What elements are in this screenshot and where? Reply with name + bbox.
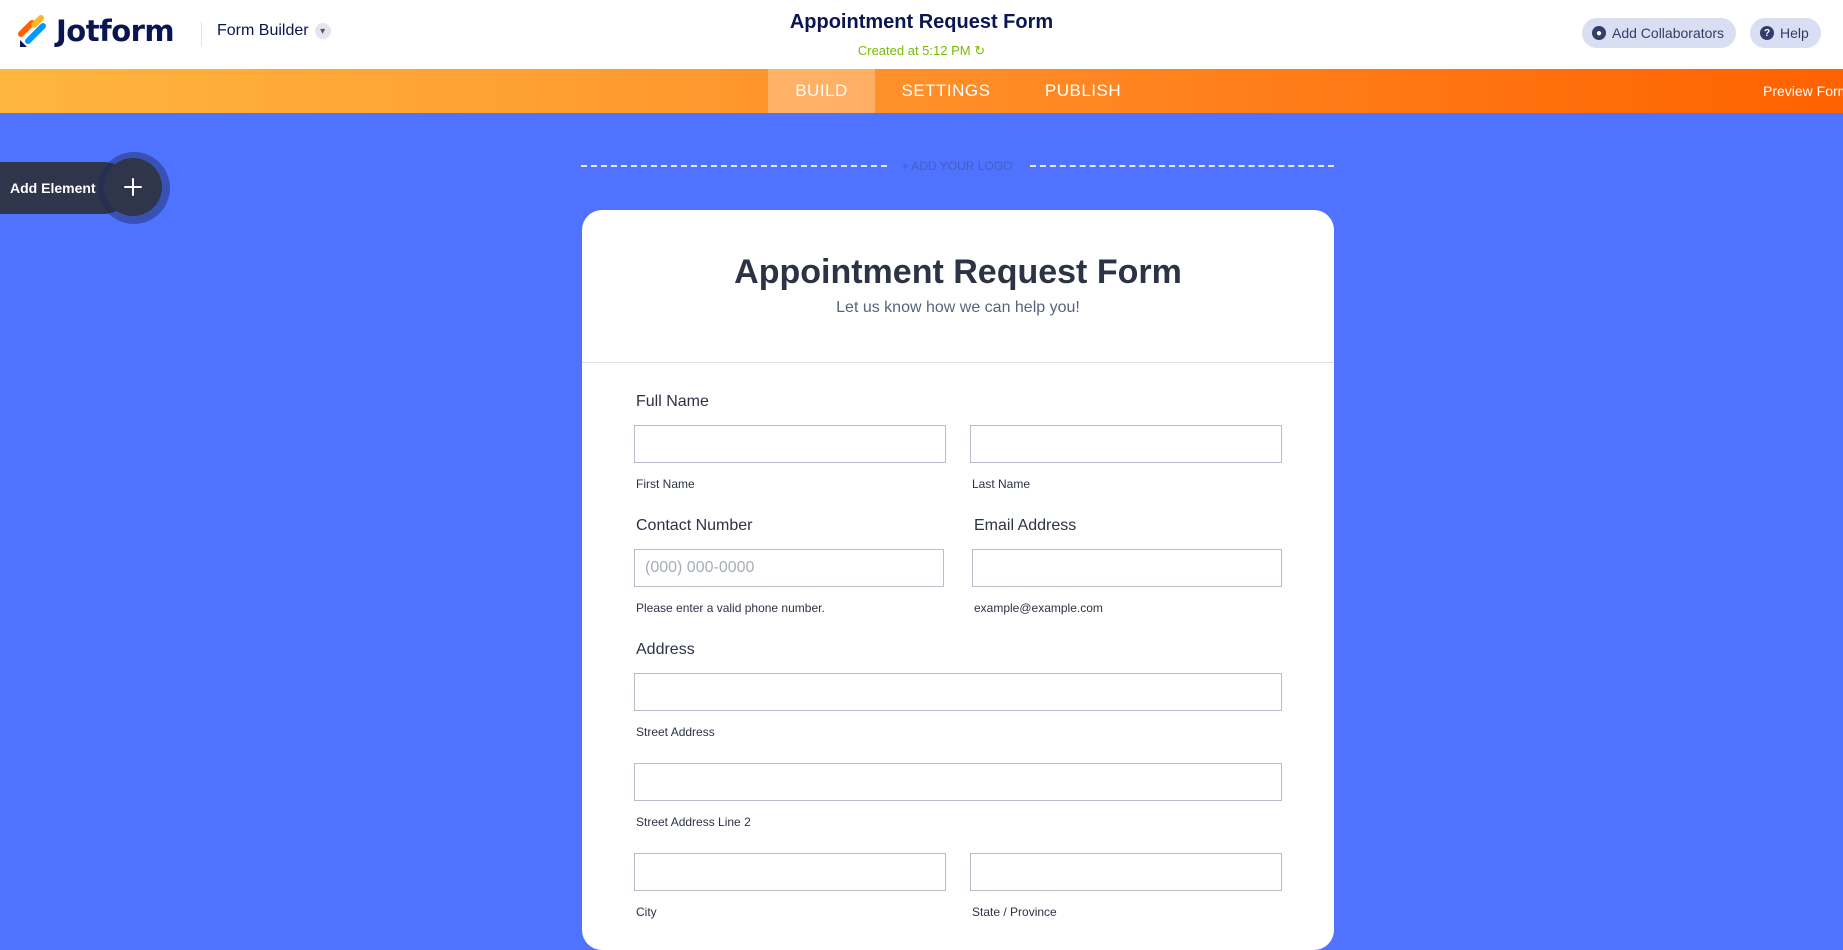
- add-collaborators-button[interactable]: ● Add Collaborators: [1582, 18, 1737, 48]
- contact-number-sublabel: Please enter a valid phone number.: [636, 601, 825, 615]
- state-province-sublabel: State / Province: [972, 905, 1057, 919]
- tab-settings[interactable]: SETTINGS: [886, 69, 1006, 113]
- state-province-input[interactable]: [970, 853, 1282, 891]
- plus-icon: [124, 178, 142, 196]
- add-logo-button[interactable]: + ADD YOUR LOGO: [885, 159, 1029, 173]
- header-divider-line: [582, 362, 1334, 363]
- user-icon: ●: [1592, 26, 1606, 40]
- tab-publish[interactable]: PUBLISH: [1036, 69, 1130, 113]
- contact-number-placeholder: (000) 000-0000: [645, 559, 755, 576]
- logo-dashed-line-right: [1030, 165, 1334, 167]
- help-button[interactable]: ? Help: [1750, 18, 1821, 48]
- last-name-sublabel: Last Name: [972, 477, 1031, 491]
- address-label[interactable]: Address: [636, 641, 695, 659]
- top-header: Jotform Form Builder ▾ Appointment Reque…: [0, 0, 1843, 70]
- city-input[interactable]: [634, 853, 946, 891]
- add-element-label: Add Element: [10, 180, 96, 196]
- last-name-input[interactable]: [970, 425, 1282, 463]
- help-label: Help: [1780, 25, 1809, 41]
- help-icon: ?: [1760, 26, 1774, 40]
- first-name-input[interactable]: [634, 425, 946, 463]
- preview-form-label: Preview Form: [1763, 83, 1843, 99]
- add-element-button[interactable]: [104, 158, 162, 216]
- form-card: Appointment Request Form Let us know how…: [582, 210, 1334, 950]
- created-status: Created at 5:12 PM ↻: [0, 43, 1843, 59]
- form-heading[interactable]: Appointment Request Form: [582, 253, 1334, 292]
- contact-number-input[interactable]: (000) 000-0000: [634, 549, 944, 587]
- contact-number-label[interactable]: Contact Number: [636, 517, 753, 535]
- full-name-label[interactable]: Full Name: [636, 393, 709, 411]
- created-text: Created at 5:12 PM: [857, 43, 971, 58]
- street-address-input[interactable]: [634, 673, 1282, 711]
- builder-nav: BUILD SETTINGS PUBLISH Preview Form: [0, 69, 1843, 113]
- preview-form-button[interactable]: Preview Form: [1763, 69, 1843, 113]
- tab-build[interactable]: BUILD: [768, 69, 875, 113]
- street-address-line2-sublabel: Street Address Line 2: [636, 815, 751, 829]
- add-collaborators-label: Add Collaborators: [1612, 25, 1725, 41]
- email-address-sublabel: example@example.com: [974, 601, 1103, 615]
- email-address-label[interactable]: Email Address: [974, 517, 1076, 535]
- logo-dashed-line-left: [581, 165, 887, 167]
- city-sublabel: City: [636, 905, 657, 919]
- page-title[interactable]: Appointment Request Form: [0, 11, 1843, 34]
- form-subheading[interactable]: Let us know how we can help you!: [582, 299, 1334, 317]
- refresh-icon[interactable]: ↻: [974, 43, 985, 58]
- first-name-sublabel: First Name: [636, 477, 695, 491]
- street-address-line2-input[interactable]: [634, 763, 1282, 801]
- email-address-input[interactable]: [972, 549, 1282, 587]
- street-address-sublabel: Street Address: [636, 725, 715, 739]
